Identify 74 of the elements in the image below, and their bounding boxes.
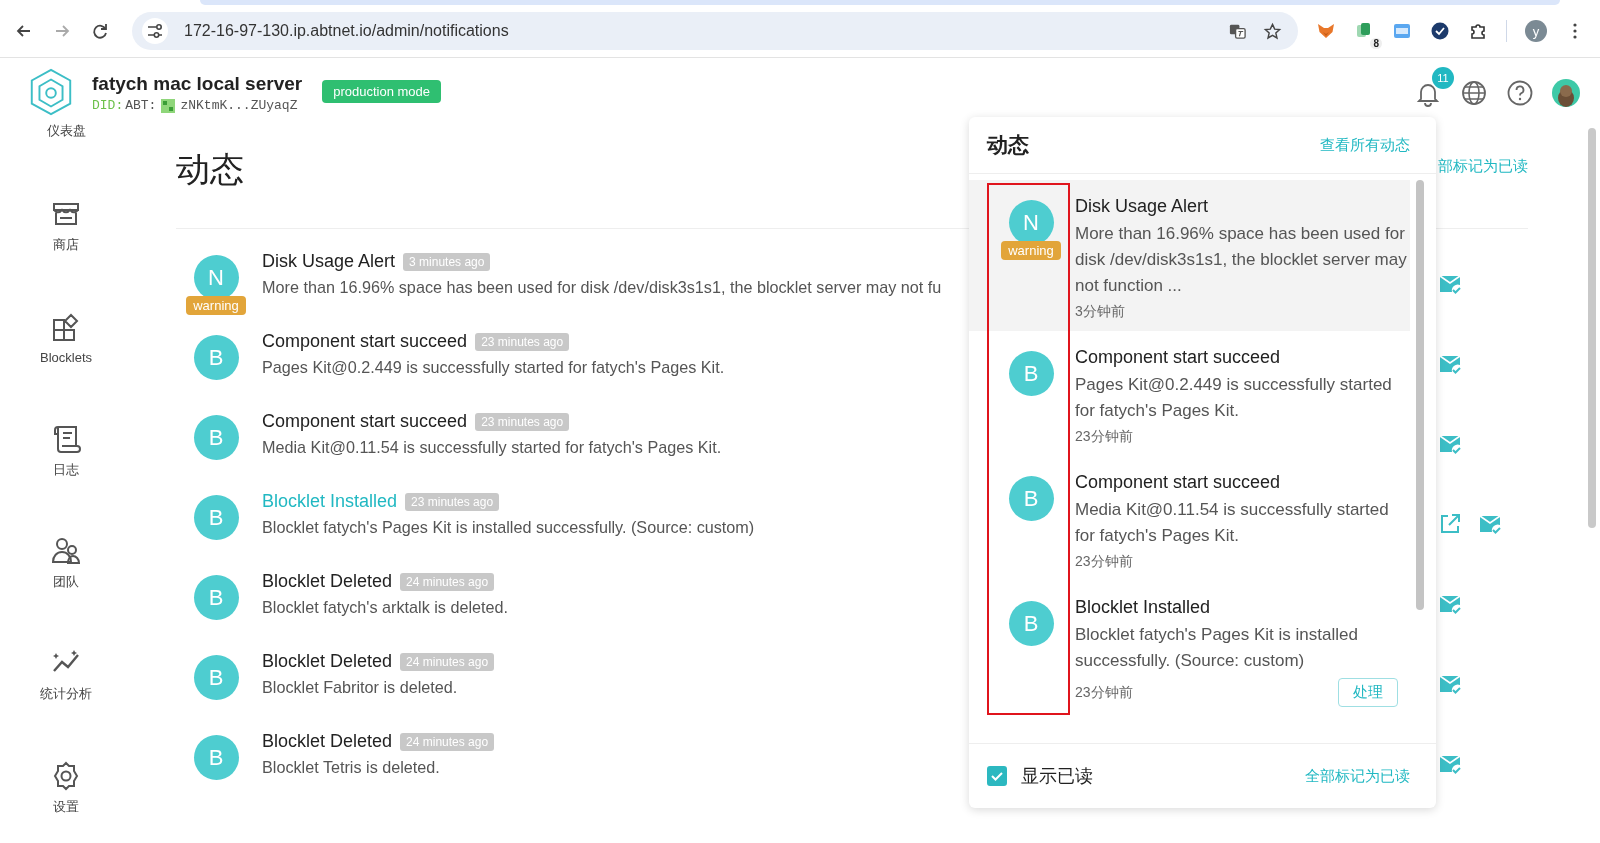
notification-item[interactable]: B Blocklet Installed Blocklet fatych's Pages Kit is installed successfully. (Source: custom) 23分钟前 处理 <box>969 581 1410 717</box>
notification-title: Component start succeed <box>1075 472 1282 493</box>
notification-text: Blocklet fatych's Pages Kit is installed successfully. (Source: custom) <box>262 518 755 537</box>
sidebar-item[interactable]: 设置 <box>53 797 79 816</box>
check-circle-icon[interactable] <box>1430 21 1450 41</box>
checkbox[interactable] <box>987 766 1007 786</box>
notification-text: Blocklet Fabritor is deleted. <box>262 678 458 697</box>
sidebar-item[interactable]: Blocklets <box>40 349 92 365</box>
warning-tag: warning <box>186 296 246 315</box>
show-read-label[interactable]: 显示已读 <box>1021 764 1093 788</box>
time-text: 23分钟前 <box>1075 553 1133 571</box>
profile-avatar[interactable]: y <box>1525 20 1547 42</box>
avatar: B <box>193 735 239 780</box>
notification-title[interactable]: Blocklet Deleted <box>262 651 393 672</box>
notification-item[interactable]: B Component start succeed Pages Kit@0.2.449 is successfully started for fatych's Pages Kit. 23分钟前 <box>969 331 1410 456</box>
globe-icon[interactable] <box>1460 79 1488 107</box>
notification-text: More than 16.96% space has been used for disk /dev/disk3s1s1, the blocklet server may not fu <box>262 278 942 297</box>
notification-text: Blocklet Tetris is deleted. <box>262 758 440 777</box>
avatar: B <box>1008 351 1054 396</box>
notification-text: Blocklet fatych's Pages Kit is installed successfully. (Source: custom) <box>1075 624 1359 672</box>
notification-title[interactable]: Component start succeed <box>262 411 468 432</box>
address-bar[interactable]: 172-16-97-130.ip.abtnet.io/admin/notifications <box>132 12 1298 50</box>
notification-title[interactable]: Disk Usage Alert <box>262 251 396 272</box>
page-title: 动态 <box>176 149 244 190</box>
avatar: B <box>193 495 239 540</box>
notification-text: Media Kit@0.11.54 is successfully started for fatych's Pages Kit. <box>262 438 722 457</box>
did-text: zNKtmK...ZUyaqZ <box>180 98 298 113</box>
mode-badge: production mode <box>322 79 442 103</box>
notification-item[interactable]: N warning Disk Usage Alert More than 16.96% space has been used for disk /dev/disk3s1s1, the blocklet server may not function ... 3分钟前 <box>969 180 1410 331</box>
warning-tag: warning <box>1001 241 1061 260</box>
notification-text: Media Kit@0.11.54 is successfully started for fatych's Pages Kit. <box>1075 499 1390 547</box>
sidebar-item[interactable]: 商店 <box>53 236 79 254</box>
sidebar-item[interactable]: 团队 <box>53 573 79 592</box>
did-prefix: DID: <box>92 98 124 113</box>
avatar: B <box>193 335 239 380</box>
notification-title: Component start succeed <box>1075 347 1282 368</box>
avatar: B <box>1008 601 1054 646</box>
sidebar-item[interactable]: 仪表盘 <box>46 122 86 140</box>
avatar: B <box>193 655 239 700</box>
url-text: 172-16-97-130.ip.abtnet.io/admin/notifications <box>184 22 510 40</box>
time-text: 3分钟前 <box>1075 303 1125 321</box>
notification-title[interactable]: Blocklet Deleted <box>262 731 393 752</box>
did-avatar-icon <box>161 98 176 113</box>
scrollbar[interactable] <box>1416 180 1424 610</box>
notification-title[interactable]: Component start succeed <box>262 331 468 352</box>
notification-count: 11 <box>1432 67 1454 89</box>
help-icon[interactable] <box>1506 79 1534 107</box>
avatar: B <box>1008 476 1054 521</box>
sidebar-item[interactable]: 统计分析 <box>40 685 92 704</box>
window-icon[interactable] <box>1392 21 1412 41</box>
server-name: fatych mac local server <box>92 73 303 95</box>
notification-text: Pages Kit@0.2.449 is successfully started for fatych's Pages Kit. <box>262 358 725 377</box>
fox-icon[interactable] <box>1316 21 1336 41</box>
time-text: 23分钟前 <box>1075 683 1133 702</box>
notification-item[interactable]: B Component start succeed Media Kit@0.11.54 is successfully started for fatych's Pages Kit. 23分钟前 <box>969 456 1410 581</box>
avatar: B <box>193 575 239 620</box>
reload-icon[interactable] <box>90 21 110 41</box>
time-text: 23分钟前 <box>1075 428 1133 446</box>
notification-text: Pages Kit@0.2.449 is successfully started for fatych's Pages Kit. <box>1075 374 1393 422</box>
extension-badge: 8 <box>1370 38 1382 49</box>
star-icon[interactable] <box>1263 21 1282 41</box>
sidebar-item[interactable]: 日志 <box>53 460 79 479</box>
notification-title[interactable]: Blocklet Deleted <box>262 571 393 592</box>
site-settings-icon[interactable] <box>142 18 168 44</box>
user-avatar[interactable] <box>1552 79 1580 107</box>
puzzle-icon[interactable] <box>1468 21 1488 41</box>
notification-text: More than 16.96% space has been used for disk /dev/disk3s1s1, the blocklet server may not function ... <box>1075 223 1408 297</box>
avatar: B <box>193 415 239 460</box>
scrollbar[interactable] <box>1588 128 1596 528</box>
did-scheme: ABT: <box>125 98 157 113</box>
notification-text: Blocklet fatych's arktalk is deleted. <box>262 598 508 617</box>
panel-title: 动态 <box>987 132 1029 158</box>
notification-title: Disk Usage Alert <box>1075 196 1210 217</box>
notification-title: Blocklet Installed <box>1075 597 1212 618</box>
